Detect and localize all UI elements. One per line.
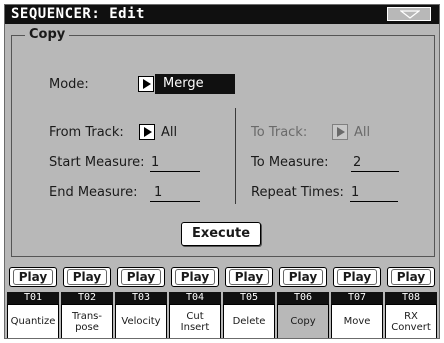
title-bar: SEQUENCER: Edit — [5, 5, 439, 24]
to-measure-label: To Measure: — [251, 155, 329, 170]
tab-quantize[interactable]: Quantize — [7, 304, 59, 338]
track-column: Play T08 RX Convert — [385, 263, 437, 338]
repeat-times-underline — [350, 201, 398, 202]
track-number: T07 — [331, 292, 383, 304]
play-button[interactable]: Play — [171, 267, 219, 287]
play-button[interactable]: Play — [387, 267, 435, 287]
triangle-right-icon — [337, 127, 345, 137]
tab-copy[interactable]: Copy — [277, 304, 329, 338]
track-number: T08 — [385, 292, 437, 304]
mode-label: Mode: — [49, 77, 89, 92]
tab-transpose[interactable]: Trans-pose — [61, 304, 113, 338]
track-column: Play T04 Cut Insert — [169, 263, 221, 338]
play-button[interactable]: Play — [225, 267, 273, 287]
play-button[interactable]: Play — [117, 267, 165, 287]
track-number: T06 — [277, 292, 329, 304]
start-measure-value[interactable]: 1 — [151, 155, 159, 170]
mode-value-field[interactable]: Merge — [155, 74, 235, 94]
end-measure-label: End Measure: — [49, 185, 138, 200]
track-number: T04 — [169, 292, 221, 304]
play-button[interactable]: Play — [279, 267, 327, 287]
repeat-times-label: Repeat Times: — [251, 185, 344, 200]
to-measure-value[interactable]: 2 — [353, 155, 361, 170]
triangle-down-icon — [400, 10, 420, 19]
mode-arrow-button[interactable] — [138, 76, 154, 92]
page-menu-button[interactable] — [387, 7, 431, 21]
from-track-label: From Track: — [49, 125, 124, 140]
end-measure-underline — [150, 201, 200, 202]
to-measure-underline — [351, 171, 399, 172]
sequencer-screen: SEQUENCER: Edit Copy Mode: Merge From Tr… — [4, 4, 440, 339]
repeat-times-value[interactable]: 1 — [351, 185, 359, 200]
track-column: Play T06 Copy — [277, 263, 329, 338]
track-column: Play T05 Delete — [223, 263, 275, 338]
play-button[interactable]: Play — [9, 267, 57, 287]
track-number: T01 — [7, 292, 59, 304]
to-track-arrow-button[interactable] — [332, 124, 348, 140]
from-track-arrow-button[interactable] — [139, 124, 155, 140]
triangle-right-icon — [143, 79, 151, 89]
track-number: T03 — [115, 292, 167, 304]
track-column: Play T03 Velocity — [115, 263, 167, 338]
tab-cut-insert[interactable]: Cut Insert — [169, 304, 221, 338]
column-divider — [235, 108, 236, 204]
tab-rx-convert[interactable]: RX Convert — [385, 304, 437, 338]
mode-value: Merge — [163, 76, 204, 91]
end-measure-value[interactable]: 1 — [154, 185, 162, 200]
track-strip: Play T01 Quantize Play T02 Trans-pose Pl… — [5, 263, 439, 338]
start-measure-label: Start Measure: — [49, 155, 145, 170]
tab-velocity[interactable]: Velocity — [115, 304, 167, 338]
tab-move[interactable]: Move — [331, 304, 383, 338]
play-button[interactable]: Play — [63, 267, 111, 287]
track-column: Play T01 Quantize — [7, 263, 59, 338]
execute-button[interactable]: Execute — [181, 222, 261, 246]
play-button[interactable]: Play — [333, 267, 381, 287]
from-track-value[interactable]: All — [161, 125, 177, 140]
start-measure-underline — [150, 171, 200, 172]
page-title: SEQUENCER: Edit — [11, 6, 145, 22]
tab-delete[interactable]: Delete — [223, 304, 275, 338]
track-column: Play T02 Trans-pose — [61, 263, 113, 338]
track-column: Play T07 Move — [331, 263, 383, 338]
to-track-value[interactable]: All — [354, 125, 370, 140]
copy-panel-title: Copy — [25, 27, 70, 42]
to-track-label: To Track: — [251, 125, 308, 140]
triangle-right-icon — [144, 127, 152, 137]
track-number: T02 — [61, 292, 113, 304]
track-number: T05 — [223, 292, 275, 304]
